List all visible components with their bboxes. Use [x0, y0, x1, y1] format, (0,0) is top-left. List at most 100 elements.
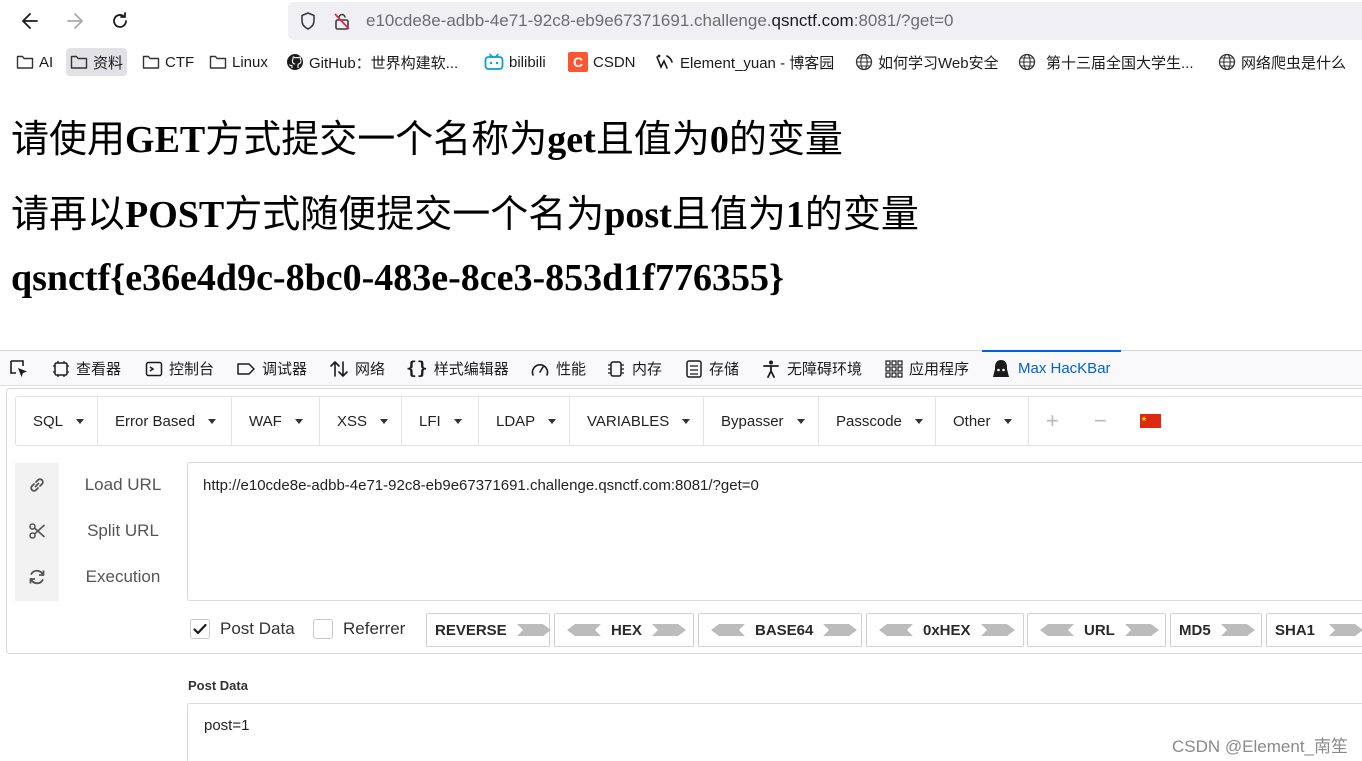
refresh-icon[interactable] — [27, 567, 47, 587]
menu-passcode[interactable]: Passcode — [819, 397, 936, 445]
menu-variables[interactable]: VARIABLES — [570, 397, 704, 445]
arrow-left-icon — [1040, 624, 1074, 636]
url-encode-button[interactable]: URL — [1027, 613, 1166, 647]
cnblogs-icon — [656, 54, 673, 69]
bookmark-cnblogs[interactable]: Element_yuan - 博客园 — [651, 48, 838, 76]
bilibili-icon — [484, 53, 504, 70]
tab-style-editor[interactable]: {} 样式编辑器 — [406, 351, 509, 386]
bookmark-competition[interactable]: 第十三届全国大学生... — [1014, 48, 1198, 76]
tab-memory[interactable]: 内存 — [606, 351, 662, 386]
hex-button[interactable]: HEX — [554, 613, 694, 647]
svg-text:C: C — [573, 54, 583, 70]
url-textarea[interactable]: http://e10cde8e-adbb-4e71-92c8-eb9e67371… — [187, 462, 1362, 601]
folder-icon — [209, 55, 227, 69]
tab-max-hackbar[interactable]: Max HacKBar — [982, 350, 1121, 386]
bookmark-folder-linux[interactable]: Linux — [205, 48, 272, 76]
md5-button[interactable]: MD5 — [1170, 613, 1262, 647]
caret-down-icon — [1003, 418, 1012, 424]
referrer-toggle[interactable]: Referrer — [313, 618, 405, 640]
bookmark-label: CTF — [165, 53, 195, 71]
reverse-button[interactable]: REVERSE — [426, 613, 551, 647]
bookmark-folder-ziliao[interactable]: 资料 — [66, 48, 128, 76]
back-button[interactable] — [17, 8, 43, 34]
menu-other[interactable]: Other — [936, 397, 1029, 445]
0xhex-button[interactable]: 0xHEX — [866, 613, 1024, 647]
bookmark-folder-ai[interactable]: AI — [12, 48, 57, 76]
element-picker-button[interactable] — [8, 351, 30, 386]
tab-debugger[interactable]: 调试器 — [236, 351, 307, 386]
menu-bypasser[interactable]: Bypasser — [704, 397, 819, 445]
arrow-left-icon — [879, 624, 913, 636]
tab-inspector[interactable]: 查看器 — [52, 351, 121, 386]
memory-chip-icon — [608, 360, 624, 377]
arrow-right-icon — [1329, 624, 1362, 636]
bookmark-label: Linux — [232, 53, 268, 71]
post-data-label: Post Data — [220, 619, 295, 638]
url-suffix: :8081/?get=0 — [853, 11, 954, 30]
bookmarks-toolbar: AI 资料 CTF Linux GitHub：世界构建软... bilibili… — [0, 46, 1362, 78]
menu-error-based[interactable]: Error Based — [98, 397, 232, 445]
bookmark-csdn[interactable]: C CSDN — [564, 48, 640, 76]
add-button[interactable]: + — [1046, 408, 1059, 434]
caret-down-icon — [682, 418, 691, 424]
menu-lfi[interactable]: LFI — [402, 397, 479, 445]
reload-button[interactable] — [107, 8, 133, 34]
menu-waf[interactable]: WAF — [232, 397, 320, 445]
link-icon[interactable] — [27, 475, 47, 495]
console-icon — [145, 361, 163, 376]
menu-xss[interactable]: XSS — [320, 397, 402, 445]
bookmark-label: GitHub：世界构建软... — [309, 54, 459, 72]
bookmark-github[interactable]: GitHub：世界构建软... — [282, 48, 462, 76]
caret-down-icon — [76, 418, 85, 424]
referrer-checkbox[interactable] — [313, 619, 333, 639]
tab-label: 样式编辑器 — [433, 361, 509, 378]
url-domain: qsnctf.com — [771, 11, 854, 30]
language-flag-button[interactable] — [1140, 414, 1161, 433]
folder-icon — [70, 55, 88, 69]
tab-application[interactable]: 应用程序 — [885, 351, 969, 386]
china-flag-icon — [1140, 414, 1161, 428]
grid-icon — [885, 359, 903, 378]
action-sidebar — [15, 463, 59, 601]
forward-button[interactable] — [62, 8, 88, 34]
caret-down-icon — [914, 418, 923, 424]
bookmark-label: bilibili — [509, 53, 546, 71]
tab-network[interactable]: 网络 — [329, 351, 385, 386]
url-text[interactable]: e10cde8e-adbb-4e71-92c8-eb9e67371691.cha… — [366, 11, 953, 31]
insecure-lock-icon[interactable] — [332, 11, 352, 31]
tab-accessibility[interactable]: 无障碍环境 — [761, 351, 862, 386]
bookmark-crawler[interactable]: 网络爬虫是什么 — [1214, 48, 1350, 76]
shield-icon[interactable] — [298, 11, 318, 31]
bookmark-web-security[interactable]: 如何学习Web安全 — [851, 48, 1003, 76]
tab-storage[interactable]: 存储 — [685, 351, 739, 386]
tab-console[interactable]: 控制台 — [145, 351, 214, 386]
bookmark-bilibili[interactable]: bilibili — [480, 48, 550, 76]
post-data-checkbox[interactable] — [190, 619, 210, 639]
accessibility-icon — [763, 360, 779, 378]
bookmark-folder-ctf[interactable]: CTF — [138, 48, 198, 76]
load-url-button[interactable]: Load URL — [71, 475, 175, 495]
bookmark-label: 资料 — [93, 54, 124, 72]
scissors-icon[interactable] — [27, 521, 47, 541]
address-bar[interactable]: e10cde8e-adbb-4e71-92c8-eb9e67371691.cha… — [288, 2, 1362, 40]
arrow-left-icon — [567, 624, 601, 636]
sha1-button[interactable]: SHA1 — [1266, 613, 1362, 647]
split-url-button[interactable]: Split URL — [71, 521, 175, 541]
debugger-icon — [237, 362, 255, 375]
arrow-right-icon — [823, 624, 858, 636]
caret-down-icon — [453, 418, 462, 424]
post-data-toggle[interactable]: Post Data — [190, 618, 295, 640]
menu-sql[interactable]: SQL — [16, 397, 98, 445]
devtools-toolbar: 查看器 控制台 调试器 网络 {} 样式编辑器 性能 内存 存储 无障碍环境 应… — [0, 350, 1362, 386]
execution-button[interactable]: Execution — [71, 567, 175, 587]
tab-performance[interactable]: 性能 — [530, 351, 586, 386]
tab-label: 查看器 — [76, 361, 122, 378]
bookmark-label: 网络爬虫是什么 — [1241, 54, 1347, 72]
forward-arrow-icon — [67, 13, 83, 29]
base64-button[interactable]: BASE64 — [698, 613, 862, 647]
instruction-get: 请使用GET方式提交一个名称为get且值为0的变量 — [11, 119, 843, 161]
remove-button[interactable]: − — [1094, 408, 1107, 434]
globe-icon — [855, 53, 873, 71]
github-icon — [287, 54, 303, 70]
menu-ldap[interactable]: LDAP — [479, 397, 570, 445]
